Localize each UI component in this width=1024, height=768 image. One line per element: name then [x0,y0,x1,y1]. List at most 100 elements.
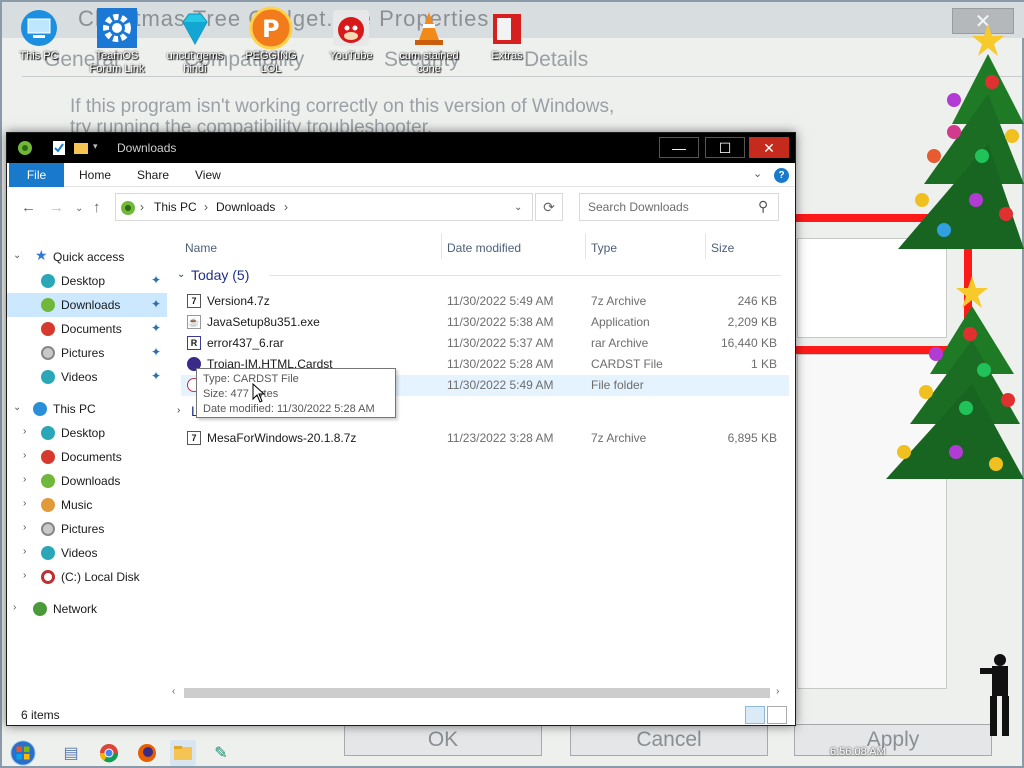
tab-divider [22,76,1022,77]
chevron-right-icon[interactable]: › [23,474,26,485]
details-view-button[interactable] [745,706,765,724]
scroll-right-icon[interactable]: › [776,686,779,697]
column-header-name[interactable]: Name [185,241,217,255]
file-name: error437_6.rar [207,336,284,350]
ribbon-tab-share[interactable]: Share [127,163,179,187]
apply-button[interactable]: Apply [794,724,992,756]
ribbon-tab-file[interactable]: File [9,163,64,187]
file-row[interactable]: ☕ JavaSetup8u351.exe 11/30/2022 5:38 AM … [181,312,789,333]
column-separator[interactable] [441,233,442,259]
desktop-icon-teamos[interactable]: TeamOS Forum Link [82,6,152,76]
maximize-button[interactable]: ☐ [705,137,745,158]
task-view-icon[interactable]: ▤ [58,740,84,766]
file-explorer-icon[interactable] [170,740,196,766]
file-type: CARDST File [591,357,663,371]
app-icon[interactable]: ✎ [208,740,234,766]
file-type: File folder [591,378,644,392]
nav-label: Desktop [61,274,106,288]
column-header-type[interactable]: Type [591,241,617,255]
search-box[interactable]: Search Downloads ⚲ [579,193,779,221]
column-header-date[interactable]: Date modified [447,241,521,255]
chevron-down-icon[interactable]: ⌄ [13,250,21,261]
back-arrow-icon[interactable]: ← [21,199,36,216]
archive-icon: 7 [187,431,201,445]
chevron-down-icon[interactable]: ⌄ [177,269,185,280]
forward-arrow-icon[interactable]: → [49,199,64,216]
nav-quick-videos[interactable]: Videos ✦ [7,365,167,389]
chevron-right-icon[interactable]: › [23,546,26,557]
nav-quick-documents[interactable]: Documents ✦ [7,317,167,341]
nav-quick-desktop[interactable]: Desktop ✦ [7,269,167,293]
file-row[interactable]: 7 MesaForWindows-20.1.8.7z 11/23/2022 3:… [181,428,789,449]
expand-ribbon-icon[interactable]: ⌄ [753,167,762,180]
up-arrow-icon[interactable]: ↑ [93,199,101,216]
desktop-icon-extras[interactable]: Extras [472,6,542,63]
desktop-icon-cone[interactable]: cum stained cone [394,6,464,76]
start-orb-icon[interactable] [10,740,36,766]
desktop-icon-uncut-gems[interactable]: uncut gems hindi [160,6,230,76]
minimize-button[interactable]: — [659,137,699,158]
chevron-right-icon[interactable]: › [23,498,26,509]
chevron-down-icon[interactable]: ▾ [93,141,109,157]
chevron-right-icon[interactable]: › [23,570,26,581]
nav-pc-desktop[interactable]: › Desktop [7,421,167,445]
star-icon: ★ [35,247,48,263]
desktop-icon-this-pc[interactable]: This PC [4,6,74,63]
chevron-right-icon[interactable]: › [177,405,180,416]
archive-icon: 7 [187,294,201,308]
nav-network[interactable]: › Network [7,597,167,621]
address-bar[interactable]: › This PC › Downloads › ⌄ [115,193,533,221]
nav-quick-pictures[interactable]: Pictures ✦ [7,341,167,365]
nav-quick-access[interactable]: ⌄ ★ Quick access [7,245,167,269]
close-button[interactable]: ✕ [749,137,789,158]
nav-this-pc[interactable]: ⌄ This PC [7,397,167,421]
nav-pc-videos[interactable]: › Videos [7,541,167,565]
chevron-right-icon[interactable]: › [23,450,26,461]
address-dropdown-icon[interactable]: ⌄ [514,202,522,213]
refresh-button[interactable]: ⟳ [535,193,563,221]
nav-pc-local-disk[interactable]: › (C:) Local Disk [7,565,167,589]
chevron-right-icon[interactable]: › [23,426,26,437]
ribbon-tab-view[interactable]: View [185,163,231,187]
christmas-tree-icon [886,276,1024,479]
explorer-titlebar[interactable]: ▾ Downloads — ☐ ✕ [7,133,795,163]
column-separator[interactable] [585,233,586,259]
nav-pc-music[interactable]: › Music [7,493,167,517]
chrome-icon[interactable] [96,740,122,766]
pin-icon[interactable]: ✦ [151,297,161,311]
horizontal-scrollbar[interactable]: ‹ › [170,686,784,700]
pin-icon[interactable]: ✦ [151,345,161,359]
group-today[interactable]: ⌄ Today (5) [177,267,277,287]
chevron-right-icon[interactable]: › [23,522,26,533]
nav-pc-pictures[interactable]: › Pictures [7,517,167,541]
file-row[interactable]: R error437_6.rar 11/30/2022 5:37 AM rar … [181,333,789,354]
nav-quick-downloads[interactable]: Downloads ✦ [7,293,167,317]
large-icons-view-button[interactable] [767,706,787,724]
new-folder-icon[interactable] [73,140,89,156]
scroll-left-icon[interactable]: ‹ [172,686,175,697]
firefox-icon[interactable] [134,740,160,766]
navigation-pane: ⌄ ★ Quick access Desktop ✦ Downloads ✦ D… [7,233,167,703]
chevron-right-icon[interactable]: › [13,602,16,613]
recent-locations-icon[interactable]: ⌄ [75,203,83,214]
ribbon-tab-home[interactable]: Home [69,163,121,187]
pin-icon[interactable]: ✦ [151,321,161,335]
desktop-icon-youtube[interactable]: YouTube [316,6,386,63]
properties-icon[interactable] [51,140,67,156]
tooltip-date: Date modified: 11/30/2022 5:28 AM [203,403,375,415]
column-separator[interactable] [705,233,706,259]
pin-icon[interactable]: ✦ [151,369,161,383]
scrollbar-thumb[interactable] [184,688,770,698]
file-name: Version4.7z [207,294,270,308]
chevron-down-icon[interactable]: ⌄ [13,402,21,413]
group-divider [269,275,781,276]
column-header-size[interactable]: Size [711,241,734,255]
pin-icon[interactable]: ✦ [151,273,161,287]
nav-pc-documents[interactable]: › Documents [7,445,167,469]
nav-pc-downloads[interactable]: › Downloads [7,469,167,493]
help-icon[interactable]: ? [774,168,789,183]
file-row[interactable]: 7 Version4.7z 11/30/2022 5:49 AM 7z Arch… [181,291,789,312]
breadcrumb-this-pc[interactable]: This PC [154,200,197,214]
desktop-icon-pegging[interactable]: P PEGGING LOL [236,6,306,76]
breadcrumb-downloads[interactable]: Downloads [216,200,275,214]
